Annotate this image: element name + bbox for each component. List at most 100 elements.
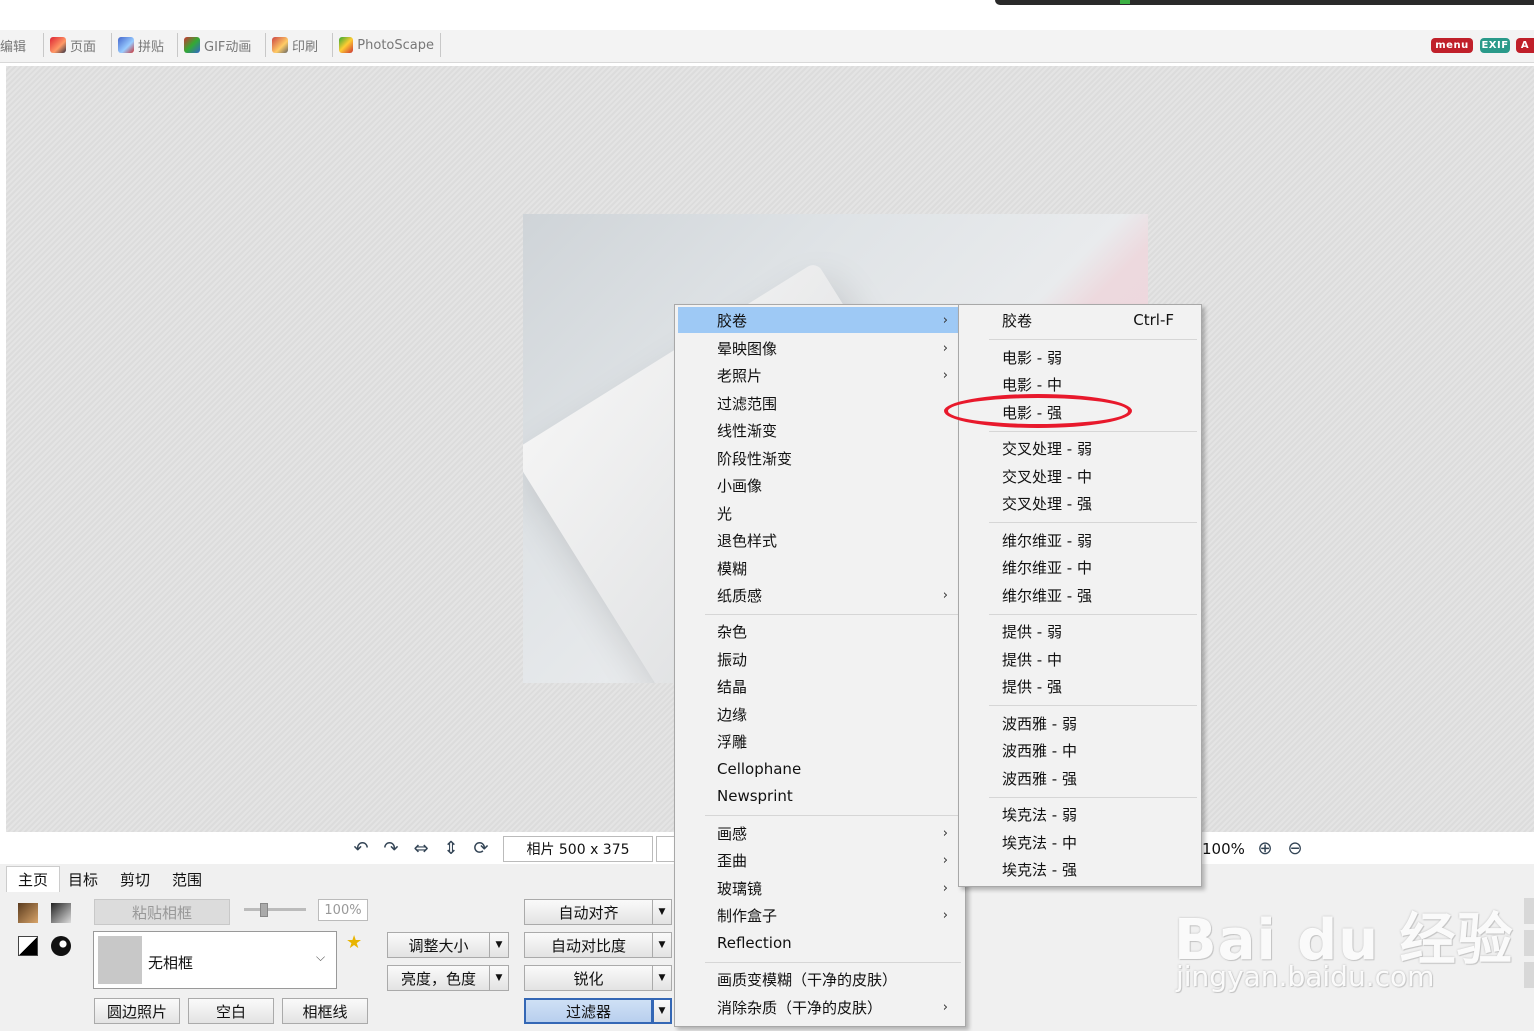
chevron-right-icon: › (942, 907, 948, 923)
submenu-item-ektar-strong[interactable]: 埃克法 - 强 (962, 856, 1198, 882)
filter-button[interactable]: 过滤器 (524, 998, 653, 1024)
auto-contrast-button[interactable]: 自动对比度 (524, 932, 653, 958)
menu-item-cellophane[interactable]: Cellophane (678, 756, 960, 782)
redo-icon[interactable]: ↷ (380, 838, 402, 860)
submenu-item-film[interactable]: 胶卷 Ctrl-F (962, 307, 1198, 333)
scroll-button[interactable] (1524, 962, 1534, 988)
rotate-icon[interactable]: ⟳ (470, 838, 492, 860)
auto-level-button[interactable]: 自动对齐 (524, 899, 653, 925)
menu-item-label: 制作盒子 (717, 906, 778, 925)
zoom-in-icon[interactable]: ⊕ (1254, 838, 1276, 860)
effect-icon[interactable] (51, 936, 71, 956)
scroll-button[interactable] (1524, 898, 1534, 924)
flip-horizontal-icon[interactable]: ⇔ (410, 838, 432, 860)
menu-item-painting[interactable]: 画感 › (678, 820, 960, 846)
menu-item-linear-gradient[interactable]: 线性渐变 (678, 417, 960, 443)
menu-item-noise[interactable]: 杂色 (678, 618, 960, 644)
submenu-item-cross-strong[interactable]: 交叉处理 - 强 (962, 490, 1198, 516)
undo-icon[interactable]: ↶ (350, 838, 372, 860)
blank-button[interactable]: 空白 (188, 998, 274, 1024)
brown-frame-icon[interactable] (18, 903, 38, 923)
flip-vertical-icon[interactable]: ⇕ (440, 838, 462, 860)
brightness-button[interactable]: 亮度，色度 (387, 965, 490, 991)
submenu-item-portra-strong[interactable]: 波西雅 - 强 (962, 765, 1198, 791)
menu-badge-button[interactable]: menu (1431, 38, 1473, 53)
menu-item-step-gradient[interactable]: 阶段性渐变 (678, 445, 960, 471)
exif-badge-button[interactable]: EXIF (1480, 38, 1510, 53)
menu-item-old-photo[interactable]: 老照片 › (678, 362, 960, 388)
round-photo-button[interactable]: 圆边照片 (94, 998, 180, 1024)
tab-crop[interactable]: 剪切 (112, 866, 158, 892)
gray-frame-icon[interactable] (51, 903, 71, 923)
tab-region[interactable]: 范围 (164, 866, 210, 892)
menu-item-label: 退色样式 (717, 531, 778, 550)
filter-dropdown[interactable]: ▼ (652, 998, 672, 1024)
menu-item-film[interactable]: 胶卷 › (678, 307, 960, 333)
tab-object[interactable]: 目标 (60, 866, 106, 892)
menu-item-newsprint[interactable]: Newsprint (678, 783, 960, 809)
menu-item-crystal[interactable]: 结晶 (678, 673, 960, 699)
paste-frame-button[interactable]: 粘贴相框 (94, 899, 230, 925)
auto-level-dropdown[interactable]: ▼ (652, 899, 672, 925)
submenu-item-portra-weak[interactable]: 波西雅 - 弱 (962, 710, 1198, 736)
menu-item-miniature[interactable]: 小画像 (678, 472, 960, 498)
sharpen-button[interactable]: 锐化 (524, 965, 653, 991)
submenu-item-movie-medium[interactable]: 电影 - 中 (962, 371, 1198, 397)
menu-item-skin-blur[interactable]: 画质变模糊（干净的皮肤） (678, 966, 960, 992)
menu-item-glass[interactable]: 玻璃镜 › (678, 875, 960, 901)
submenu-item-cross-medium[interactable]: 交叉处理 - 中 (962, 463, 1198, 489)
slider-track (244, 908, 306, 911)
submenu-item-provia-strong[interactable]: 提供 - 强 (962, 673, 1198, 699)
sharpen-dropdown[interactable]: ▼ (652, 965, 672, 991)
tab-gif[interactable]: GIF动画 (178, 33, 266, 57)
menu-item-filter-range[interactable]: 过滤范围 (678, 390, 960, 416)
zoom-out-icon[interactable]: ⊖ (1284, 838, 1306, 860)
resize-dropdown[interactable]: ▼ (489, 932, 509, 958)
frame-line-button[interactable]: 相框线 (282, 998, 368, 1024)
bw-icon[interactable] (18, 936, 38, 956)
frame-select[interactable]: 无相框 ⌵ (93, 931, 337, 989)
submenu-item-provia-medium[interactable]: 提供 - 中 (962, 646, 1198, 672)
a-badge-button[interactable]: A (1516, 38, 1534, 53)
tab-combine[interactable]: 拼贴 (112, 33, 178, 57)
submenu-item-movie-weak[interactable]: 电影 - 弱 (962, 344, 1198, 370)
tab-photoscape[interactable]: PhotoScape (333, 33, 441, 57)
submenu-item-portra-medium[interactable]: 波西雅 - 中 (962, 737, 1198, 763)
menu-item-label: 消除杂质（干净的皮肤） (717, 998, 883, 1017)
menu-item-distort[interactable]: 歪曲 › (678, 847, 960, 873)
menu-item-faded-style[interactable]: 退色样式 (678, 527, 960, 553)
frame-percent-field[interactable]: 100% (318, 899, 368, 921)
gif-icon (184, 37, 200, 53)
submenu-item-ektar-weak[interactable]: 埃克法 - 弱 (962, 801, 1198, 827)
auto-contrast-dropdown[interactable]: ▼ (652, 932, 672, 958)
submenu-item-velvia-weak[interactable]: 维尔维亚 - 弱 (962, 527, 1198, 553)
menu-item-edge[interactable]: 边缘 (678, 701, 960, 727)
tab-edit[interactable]: 编辑 (0, 33, 44, 57)
tab-print[interactable]: 印刷 (266, 33, 333, 57)
menu-item-vignette[interactable]: 晕映图像 › (678, 335, 960, 361)
submenu-item-ektar-medium[interactable]: 埃克法 - 中 (962, 829, 1198, 855)
menu-item-reflection[interactable]: Reflection (678, 930, 960, 956)
scroll-button[interactable] (1524, 930, 1534, 956)
menu-item-paper-texture[interactable]: 纸质感 › (678, 582, 960, 608)
star-icon[interactable]: ★ (346, 932, 362, 953)
menu-item-label: 老照片 (717, 366, 763, 385)
resize-button[interactable]: 调整大小 (387, 932, 490, 958)
submenu-item-cross-weak[interactable]: 交叉处理 - 弱 (962, 435, 1198, 461)
menu-item-blur[interactable]: 模糊 (678, 555, 960, 581)
menu-item-emboss[interactable]: 浮雕 (678, 728, 960, 754)
tab-page[interactable]: 页面 (44, 33, 112, 57)
submenu-item-provia-weak[interactable]: 提供 - 弱 (962, 618, 1198, 644)
submenu-item-velvia-strong[interactable]: 维尔维亚 - 强 (962, 582, 1198, 608)
menu-item-skin-denoise[interactable]: 消除杂质（干净的皮肤） › (678, 994, 960, 1020)
menu-item-vibration[interactable]: 振动 (678, 646, 960, 672)
combine-icon (118, 37, 134, 53)
slider-knob[interactable] (260, 903, 268, 917)
menu-item-make-box[interactable]: 制作盒子 › (678, 902, 960, 928)
tab-home[interactable]: 主页 (6, 866, 60, 892)
brightness-dropdown[interactable]: ▼ (489, 965, 509, 991)
submenu-item-velvia-medium[interactable]: 维尔维亚 - 中 (962, 554, 1198, 580)
menu-item-light[interactable]: 光 (678, 500, 960, 526)
frame-slider[interactable] (244, 903, 306, 917)
tab-label: GIF动画 (204, 39, 252, 55)
